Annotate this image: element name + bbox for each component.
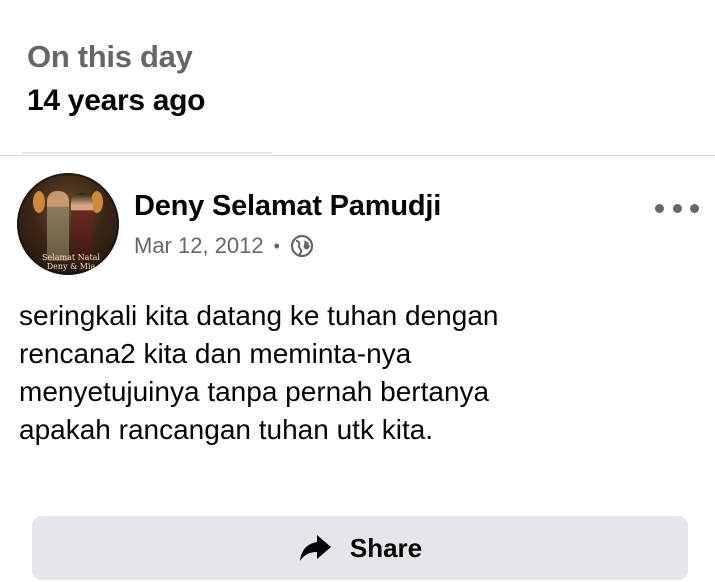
memory-years-ago: 14 years ago — [27, 84, 206, 117]
more-horizontal-icon[interactable] — [655, 196, 699, 220]
header-underline — [22, 152, 272, 154]
post-text: seringkali kita datang ke tuhan dengan r… — [19, 300, 499, 445]
avatar-figure-woman — [71, 193, 93, 261]
meta-separator: • — [273, 236, 280, 256]
avatar-caption: Selamat Natal Deny & Mia — [42, 253, 100, 271]
avatar-torch-left — [33, 191, 45, 213]
post-meta: Mar 12, 2012 • — [134, 231, 314, 261]
share-arrow-icon — [298, 532, 332, 564]
memory-post-screen: On this day 14 years ago Selamat Natal D… — [0, 0, 715, 582]
share-label: Share — [349, 532, 423, 563]
post-date[interactable]: Mar 12, 2012 — [134, 231, 264, 261]
memory-header: On this day 14 years ago — [27, 38, 205, 118]
share-button[interactable]: Share — [32, 516, 688, 580]
avatar[interactable]: Selamat Natal Deny & Mia — [17, 173, 119, 275]
memory-label: On this day — [27, 39, 193, 74]
section-divider — [0, 155, 715, 156]
more-dot — [655, 203, 664, 213]
more-dot — [672, 203, 682, 213]
globe-icon — [290, 234, 314, 258]
more-dot — [690, 203, 699, 213]
avatar-figure-man — [47, 191, 69, 261]
author-name[interactable]: Deny Selamat Pamudji — [134, 188, 441, 224]
